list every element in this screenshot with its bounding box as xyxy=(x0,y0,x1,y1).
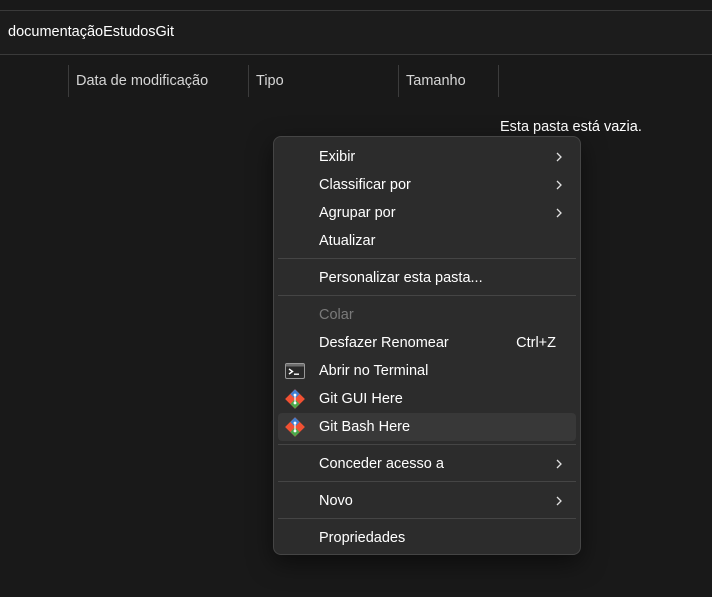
menu-item-label: Atualizar xyxy=(319,233,376,249)
column-header-date[interactable]: Data de modificação xyxy=(76,73,208,89)
menu-item-customize-folder[interactable]: Personalizar esta pasta... xyxy=(278,264,576,292)
menu-item-open-terminal[interactable]: Abrir no Terminal xyxy=(278,357,576,385)
chevron-right-icon xyxy=(556,180,562,190)
menu-item-label: Classificar por xyxy=(319,177,411,193)
context-menu: Exibir Classificar por Agrupar por Atual… xyxy=(273,136,581,555)
menu-item-view[interactable]: Exibir xyxy=(278,143,576,171)
menu-item-label: Git GUI Here xyxy=(319,391,403,407)
menu-item-group-by[interactable]: Agrupar por xyxy=(278,199,576,227)
menu-separator xyxy=(278,481,576,482)
menu-item-label: Propriedades xyxy=(319,530,406,546)
column-header-type[interactable]: Tipo xyxy=(256,73,284,89)
menu-item-label: Abrir no Terminal xyxy=(319,363,429,379)
menu-separator xyxy=(278,258,576,259)
chevron-right-icon xyxy=(556,152,562,162)
column-headers: Data de modificação Tipo Tamanho xyxy=(0,55,712,99)
menu-item-refresh[interactable]: Atualizar xyxy=(278,227,576,255)
menu-item-sort-by[interactable]: Classificar por xyxy=(278,171,576,199)
menu-item-properties[interactable]: Propriedades xyxy=(278,524,576,552)
shortcut-label: Ctrl+Z xyxy=(516,335,556,351)
menu-item-git-gui[interactable]: Git GUI Here xyxy=(278,385,576,413)
terminal-icon xyxy=(285,363,305,379)
column-divider[interactable] xyxy=(68,65,69,97)
column-header-size[interactable]: Tamanho xyxy=(406,73,466,89)
menu-item-new[interactable]: Novo xyxy=(278,487,576,515)
menu-item-label: Desfazer Renomear xyxy=(319,335,449,351)
explorer-window: documentaçãoEstudosGit Data de modificaç… xyxy=(0,0,712,597)
menu-item-label: Conceder acesso a xyxy=(319,456,444,472)
column-divider[interactable] xyxy=(498,65,499,97)
address-bar[interactable]: documentaçãoEstudosGit xyxy=(0,11,712,55)
column-divider[interactable] xyxy=(398,65,399,97)
menu-item-undo-rename[interactable]: Desfazer Renomear Ctrl+Z xyxy=(278,329,576,357)
menu-item-git-bash[interactable]: Git Bash Here xyxy=(278,413,576,441)
chevron-right-icon xyxy=(556,496,562,506)
menu-separator xyxy=(278,295,576,296)
git-icon xyxy=(285,417,305,437)
breadcrumb-folder[interactable]: documentaçãoEstudosGit xyxy=(8,24,174,40)
column-divider[interactable] xyxy=(248,65,249,97)
chevron-right-icon xyxy=(556,459,562,469)
menu-separator xyxy=(278,444,576,445)
git-icon xyxy=(285,389,305,409)
menu-item-give-access[interactable]: Conceder acesso a xyxy=(278,450,576,478)
menu-item-label: Novo xyxy=(319,493,353,509)
menu-item-label: Git Bash Here xyxy=(319,419,411,435)
menu-item-label: Exibir xyxy=(319,149,356,165)
menu-item-paste: Colar xyxy=(278,301,576,329)
menu-item-label: Colar xyxy=(319,307,354,323)
chevron-right-icon xyxy=(556,208,562,218)
menu-item-label: Personalizar esta pasta... xyxy=(319,270,483,286)
menu-item-label: Agrupar por xyxy=(319,205,396,221)
empty-folder-message: Esta pasta está vazia. xyxy=(500,119,642,135)
menu-separator xyxy=(278,518,576,519)
